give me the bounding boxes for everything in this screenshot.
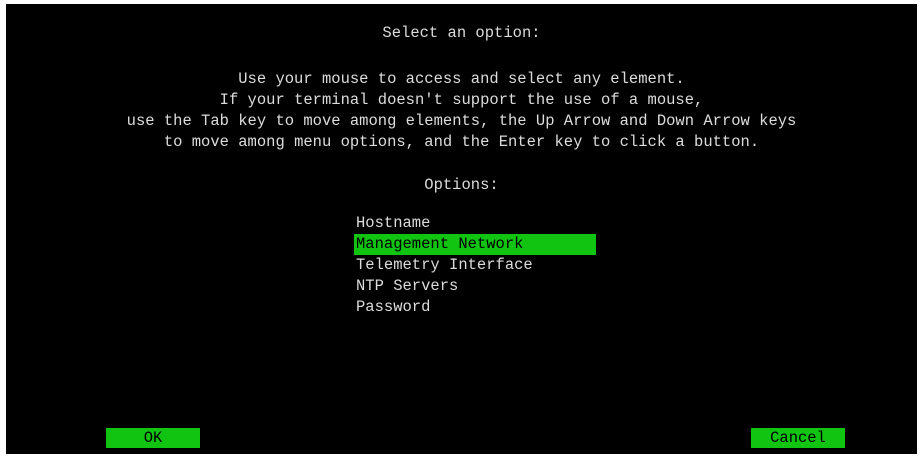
menu-item-password[interactable]: Password — [354, 297, 596, 318]
dialog-title: Select an option: — [382, 24, 541, 42]
options-heading: Options: — [424, 176, 499, 194]
instruction-line-4: to move among menu options, and the Ente… — [163, 133, 760, 151]
cancel-button[interactable]: Cancel — [751, 428, 845, 448]
options-menu: Hostname Management Network Telemetry In… — [354, 213, 596, 318]
ok-button[interactable]: OK — [106, 428, 200, 448]
instruction-line-3: use the Tab key to move among elements, … — [126, 112, 797, 130]
menu-item-hostname[interactable]: Hostname — [354, 213, 596, 234]
instruction-line-1: Use your mouse to access and select any … — [238, 70, 685, 88]
menu-item-ntp-servers[interactable]: NTP Servers — [354, 276, 596, 297]
terminal-screen: Select an option: Use your mouse to acce… — [6, 4, 917, 454]
menu-item-management-network[interactable]: Management Network — [354, 234, 596, 255]
instruction-line-2: If your terminal doesn't support the use… — [219, 91, 704, 109]
menu-item-telemetry-interface[interactable]: Telemetry Interface — [354, 255, 596, 276]
